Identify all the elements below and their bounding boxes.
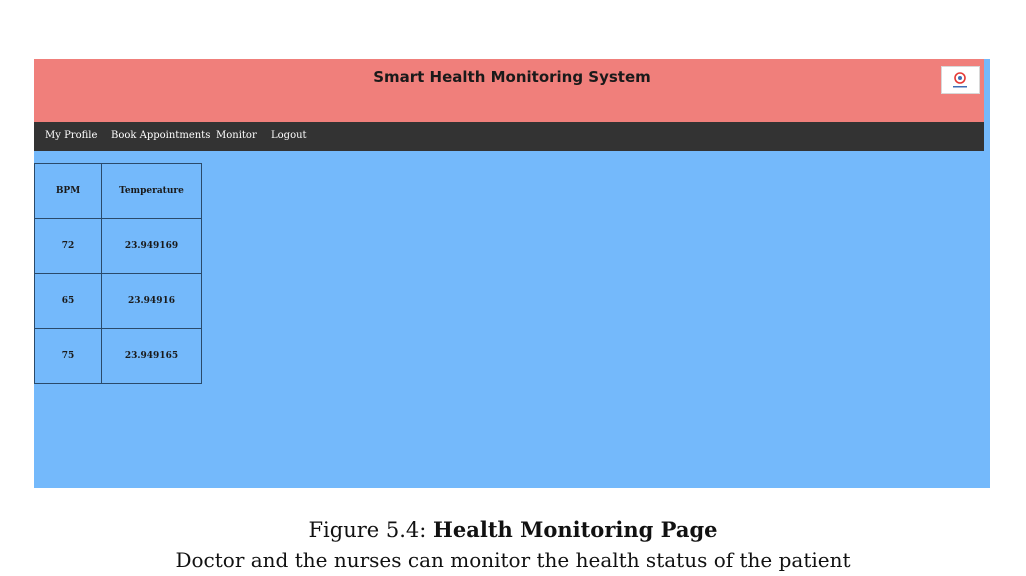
temperature-cell: 23.949169 [101, 218, 202, 274]
app-screenshot: Smart Health Monitoring System My Profil… [34, 59, 990, 488]
figure-caption: Figure 5.4: Health Monitoring Page [0, 517, 1026, 542]
table-row: 65 23.94916 [34, 273, 202, 329]
figure-description: Doctor and the nurses can monitor the he… [175, 548, 851, 572]
nav-item-logout[interactable]: Logout [271, 130, 307, 141]
nav-item-monitor[interactable]: Monitor [216, 130, 257, 141]
app-header: Smart Health Monitoring System [34, 59, 990, 122]
nav-item-my-profile[interactable]: My Profile [45, 130, 97, 141]
window-edge [984, 59, 990, 151]
bpm-cell: 72 [34, 218, 102, 274]
heart-logo-icon [953, 72, 967, 88]
vitals-table: BPM Temperature 72 23.949169 65 23.94916… [34, 163, 202, 384]
temperature-cell: 23.94916 [101, 273, 202, 329]
column-header-bpm: BPM [34, 163, 102, 219]
bpm-cell: 65 [34, 273, 102, 329]
bpm-cell: 75 [34, 328, 102, 384]
logo [941, 66, 980, 94]
table-header-row: BPM Temperature [34, 163, 202, 219]
temperature-cell: 23.949165 [101, 328, 202, 384]
app-title: Smart Health Monitoring System [373, 68, 651, 86]
table-row: 75 23.949165 [34, 328, 202, 384]
figure-label: Figure 5.4: [308, 518, 427, 542]
figure-title: Health Monitoring Page [433, 517, 718, 542]
table-row: 72 23.949169 [34, 218, 202, 274]
column-header-temperature: Temperature [101, 163, 202, 219]
nav-item-book-appointments[interactable]: Book Appointments [111, 130, 210, 141]
navbar: My Profile Book Appointments Monitor Log… [34, 122, 984, 151]
